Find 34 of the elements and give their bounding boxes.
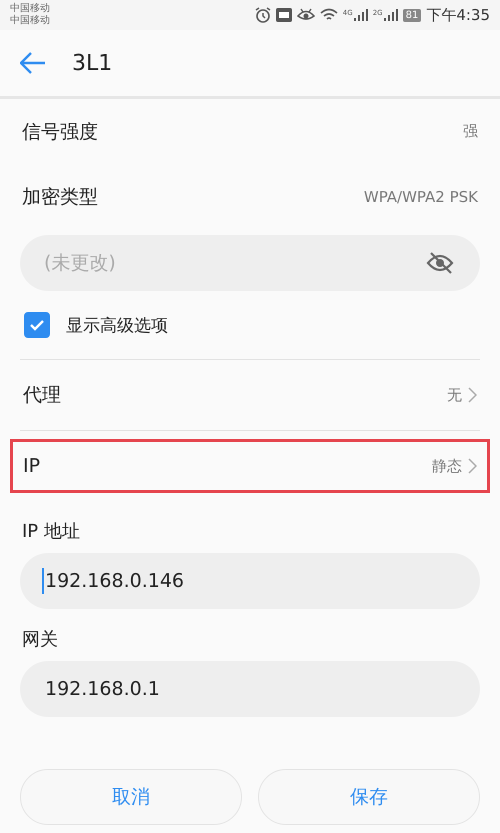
setting-row[interactable]: 代理 无 (10, 368, 490, 422)
info-value: 强 (463, 122, 478, 141)
info-label: 加密类型 (22, 184, 98, 210)
hide-password-icon[interactable] (426, 251, 454, 275)
chevron-icon (468, 387, 477, 403)
advanced-checkbox[interactable] (24, 312, 50, 338)
clock-time: 下午4:35 (426, 6, 490, 24)
input-field[interactable]: 192.168.0.1 (20, 661, 480, 717)
network-title: 3L1 (72, 50, 112, 76)
carrier-name: 中国移动 (10, 3, 50, 14)
eye-icon (296, 8, 315, 22)
password-field[interactable]: (未更改) (20, 235, 480, 291)
setting-label: IP (23, 455, 40, 477)
check-icon (29, 319, 45, 331)
input-field[interactable]: 192.168.0.146 (20, 553, 480, 609)
field-label: IP 地址 (21, 520, 81, 544)
field-label: 网关 (21, 628, 59, 652)
battery-level: 81 (402, 8, 422, 22)
signal-icon (354, 9, 368, 21)
carrier-name: 中国移动 (10, 15, 50, 27)
back-arrow-icon[interactable] (20, 52, 46, 74)
chevron-icon (468, 458, 477, 474)
setting-label: 代理 (23, 383, 61, 408)
info-label: 信号强度 (22, 120, 98, 144)
field-value: 192.168.0.146 (42, 568, 184, 594)
info-value: WPA/WPA2 PSK (364, 188, 478, 206)
highlighted-setting-row[interactable]: IP 静态 (10, 439, 490, 493)
field-value: 192.168.0.1 (44, 677, 160, 702)
signal-icon (384, 9, 398, 21)
alarm-icon (254, 7, 271, 23)
setting-value: 无 (447, 386, 462, 404)
checkbox-label: 显示高级选项 (66, 314, 168, 336)
wifi-icon (320, 8, 338, 22)
setting-value: 静态 (432, 456, 462, 476)
